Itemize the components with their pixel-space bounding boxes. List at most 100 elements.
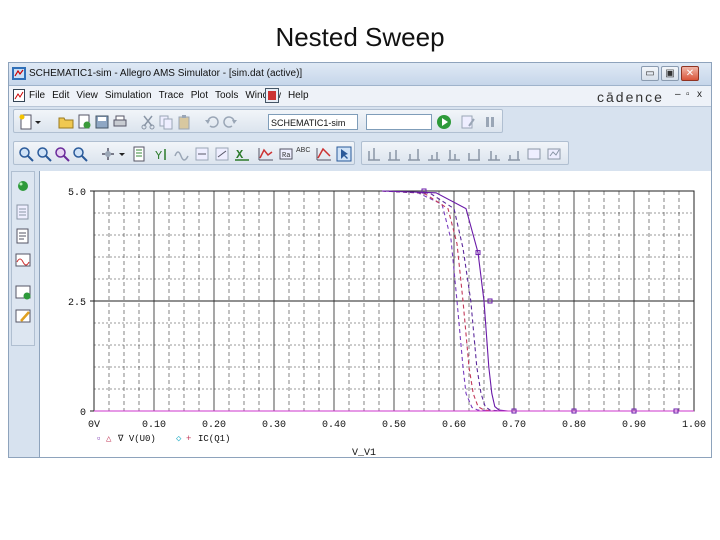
undo-icon[interactable] bbox=[204, 114, 220, 130]
menu-simulation[interactable]: Simulation bbox=[105, 90, 152, 101]
x-tick-label-5: 0.50 bbox=[382, 420, 406, 431]
x-tick-label-3: 0.30 bbox=[262, 420, 286, 431]
add-waveform-icon[interactable] bbox=[15, 284, 31, 300]
x-tick-label-9: 0.90 bbox=[622, 420, 646, 431]
toolbar-row-1: SCHEMATIC1-sim bbox=[9, 107, 711, 135]
app-icon bbox=[12, 67, 26, 80]
chevron-down-icon[interactable] bbox=[34, 114, 42, 130]
cursor-slope-icon[interactable] bbox=[406, 146, 422, 162]
menu-edit[interactable]: Edit bbox=[52, 90, 69, 101]
cursor-peak-icon[interactable] bbox=[366, 146, 382, 162]
svg-text:Ra: Ra bbox=[282, 152, 290, 160]
copy-icon[interactable] bbox=[158, 114, 174, 130]
menu-file[interactable]: File bbox=[29, 90, 45, 101]
x-axis-icon[interactable]: X bbox=[234, 146, 250, 162]
cursor-trough-icon[interactable] bbox=[386, 146, 402, 162]
new-file-icon[interactable] bbox=[18, 114, 34, 130]
text-label-button[interactable]: ABC bbox=[296, 147, 310, 154]
mdi-close-button[interactable]: x bbox=[697, 89, 702, 100]
append-icon[interactable] bbox=[76, 114, 92, 130]
waveform-plot[interactable]: 5.0 2.5 00V 0.10 0.20 0.30 0.40 0.50 0.60 0.70 0.8… bbox=[40, 171, 712, 458]
cursor-label-icon[interactable] bbox=[526, 146, 542, 162]
evaluate-icon[interactable] bbox=[194, 146, 210, 162]
edit-waveform-icon[interactable] bbox=[15, 308, 31, 324]
print-icon[interactable] bbox=[112, 114, 128, 130]
toolbar-row-2: Y X Ra ABC bbox=[9, 139, 711, 167]
menu-bar: File Edit View Simulation Trace Plot Tools Wind… bbox=[9, 86, 711, 107]
run-icon[interactable] bbox=[436, 114, 452, 130]
open-folder-icon[interactable] bbox=[58, 114, 74, 130]
simulator-window: SCHEMATIC1-sim - Allegro AMS Simulator -… bbox=[8, 62, 712, 458]
y-axis-icon[interactable]: Y bbox=[154, 146, 170, 162]
waveform-window-icon[interactable] bbox=[15, 252, 31, 268]
x-tick-label-7: 0.70 bbox=[502, 420, 526, 431]
zoom-area-icon[interactable] bbox=[54, 146, 70, 162]
plot-window[interactable]: 5.0 2.5 0 0V 0.10 0.20 0.30 0.40 0.50 0.60 0.70 0.8… bbox=[39, 171, 712, 458]
chevron-down-icon-2[interactable] bbox=[118, 146, 126, 162]
cursor-search-icon[interactable] bbox=[486, 146, 502, 162]
save-icon[interactable] bbox=[94, 114, 110, 130]
cursor-icon[interactable] bbox=[336, 146, 352, 162]
legend-marker-1: ◇ bbox=[176, 434, 182, 444]
cursor-toolbar bbox=[361, 141, 569, 165]
legend-text-0: ∇ V(U0) bbox=[117, 434, 156, 444]
title-bar[interactable]: SCHEMATIC1-sim - Allegro AMS Simulator -… bbox=[9, 63, 711, 86]
x-axis-title: V_V1 bbox=[352, 448, 376, 458]
simulation-profile-field[interactable]: SCHEMATIC1-sim bbox=[268, 114, 358, 130]
legend-symbol-1: + bbox=[186, 434, 191, 444]
legend-marker-0: ▫ bbox=[96, 434, 101, 444]
zoom-in-icon[interactable] bbox=[18, 146, 34, 162]
label-icon[interactable]: Ra bbox=[278, 146, 294, 162]
netlist-icon[interactable] bbox=[15, 228, 31, 244]
y-tick-label-1: 2.5 bbox=[68, 298, 86, 309]
menu-trace[interactable]: Trace bbox=[159, 90, 184, 101]
cut-icon[interactable] bbox=[140, 114, 156, 130]
measure-icon[interactable] bbox=[214, 146, 230, 162]
slide-title: Nested Sweep bbox=[275, 22, 445, 52]
minimize-button[interactable]: ▭ bbox=[641, 66, 659, 81]
y-tick-label-0: 5.0 bbox=[68, 188, 86, 199]
cursor-max-icon[interactable] bbox=[446, 146, 462, 162]
window-title: SCHEMATIC1-sim - Allegro AMS Simulator -… bbox=[29, 68, 303, 79]
plot-toolbar: Y X Ra ABC bbox=[13, 141, 355, 165]
left-toolbar bbox=[11, 171, 35, 346]
menu-view[interactable]: View bbox=[76, 90, 98, 101]
zoom-fit-icon[interactable] bbox=[72, 146, 88, 162]
zoom-out-icon[interactable] bbox=[36, 146, 52, 162]
cursor-next-icon[interactable] bbox=[506, 146, 522, 162]
x-tick-label-0: 0V bbox=[88, 420, 100, 431]
maximize-button[interactable]: ▣ bbox=[661, 66, 679, 81]
redo-icon[interactable] bbox=[222, 114, 238, 130]
paste-icon[interactable] bbox=[176, 114, 192, 130]
add-trace-icon[interactable] bbox=[132, 146, 148, 162]
pause-icon[interactable] bbox=[482, 114, 498, 130]
standard-toolbar: SCHEMATIC1-sim bbox=[13, 109, 503, 133]
legend-symbol-0: △ bbox=[106, 434, 112, 444]
legend-text-1: IC(Q1) bbox=[198, 434, 230, 444]
menu-help[interactable]: Help bbox=[288, 90, 309, 101]
cursor-min-icon[interactable] bbox=[426, 146, 442, 162]
axis-settings-icon[interactable] bbox=[100, 146, 116, 162]
simulation-status-icon[interactable] bbox=[15, 178, 31, 194]
probe-window-icon[interactable] bbox=[265, 88, 279, 103]
menu-tools[interactable]: Tools bbox=[215, 90, 238, 101]
x-tick-label-10: 1.00 bbox=[682, 420, 706, 431]
x-tick-label-2: 0.20 bbox=[202, 420, 226, 431]
document-icon[interactable] bbox=[13, 89, 25, 102]
search-field[interactable] bbox=[366, 114, 432, 130]
menu-plot[interactable]: Plot bbox=[191, 90, 208, 101]
mdi-restore-button[interactable]: ▫ bbox=[686, 89, 690, 100]
edit-profile-icon[interactable] bbox=[460, 114, 476, 130]
cursor-copy-icon[interactable] bbox=[546, 146, 562, 162]
fourier-icon[interactable] bbox=[174, 146, 190, 162]
mdi-minimize-button[interactable]: – bbox=[675, 89, 681, 100]
close-button[interactable]: ✕ bbox=[681, 66, 699, 81]
y-tick-label-2: 0 bbox=[80, 408, 86, 419]
output-file-icon[interactable] bbox=[15, 204, 31, 220]
cadence-logo: cādence bbox=[597, 89, 664, 105]
plot-graph-icon[interactable] bbox=[258, 146, 274, 162]
cursor-point-icon[interactable] bbox=[466, 146, 482, 162]
x-tick-label-6: 0.60 bbox=[442, 420, 466, 431]
x-tick-label-1: 0.10 bbox=[142, 420, 166, 431]
mark-data-icon[interactable] bbox=[316, 146, 332, 162]
